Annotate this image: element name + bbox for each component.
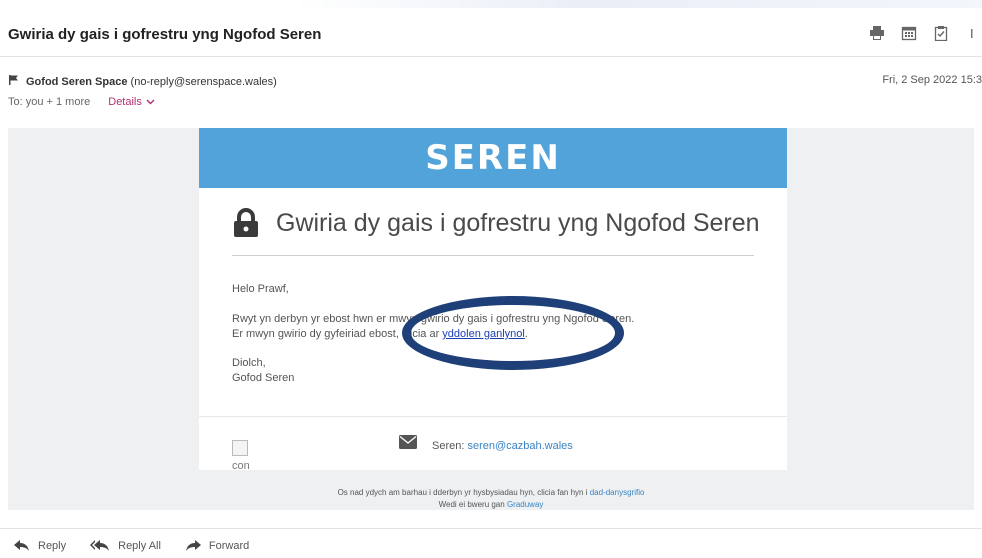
highlight-ellipse: [402, 296, 624, 370]
forward-label: Forward: [208, 540, 250, 552]
contact-email-link[interactable]: seren@cazbah.wales: [467, 440, 572, 452]
message-actions: Reply Reply All Forward: [14, 540, 249, 552]
unsubscribe-text: Os nad ydych am barhau i dderbyn yr hysb…: [337, 488, 590, 497]
forward-icon: [185, 540, 201, 551]
reply-all-label: Reply All: [118, 540, 161, 552]
title-divider: [232, 255, 754, 256]
unsubscribe-link[interactable]: dad-danysgrifio: [590, 488, 645, 497]
print-icon[interactable]: [868, 24, 886, 42]
card-footer-divider: [199, 416, 787, 417]
lock-icon: [234, 208, 258, 237]
sender-address: (no-reply@serenspace.wales): [130, 75, 277, 88]
email-toolbar: [868, 24, 982, 42]
recipients-row: To: you + 1 more Details: [8, 96, 155, 108]
flag-icon[interactable]: [8, 74, 20, 89]
brand-logo: SEREN: [425, 138, 561, 178]
clipboard-icon[interactable]: [932, 24, 950, 42]
reply-icon: [14, 540, 29, 551]
details-label: Details: [108, 96, 142, 108]
powered-by-text: Wedi ei bweru gan: [438, 500, 507, 509]
powered-by-line: Wedi ei bweru gan Graduway: [0, 500, 982, 509]
recipients: To: you + 1 more: [8, 96, 91, 108]
footer-image-alt: con: [232, 460, 250, 472]
contact-line: Seren: seren@cazbah.wales: [432, 440, 573, 452]
sender-name: Gofod Seren Space: [26, 75, 128, 88]
contact-label: Seren:: [432, 440, 468, 452]
header-divider: [0, 56, 982, 57]
card-heading: Gwiria dy gais i gofrestru yng Ngofod Se…: [232, 208, 760, 238]
reply-all-button[interactable]: Reply All: [90, 540, 161, 552]
more-icon[interactable]: [964, 24, 982, 42]
details-toggle[interactable]: Details: [108, 96, 155, 108]
reply-button[interactable]: Reply: [14, 540, 66, 552]
broken-image-icon: [232, 440, 248, 456]
email-subject: Gwiria dy gais i gofrestru yng Ngofod Se…: [8, 26, 322, 43]
signoff: Diolch,: [232, 357, 266, 369]
signature: Gofod Seren: [232, 372, 295, 384]
chevron-down-icon: [146, 99, 155, 105]
forward-button[interactable]: Forward: [185, 540, 249, 552]
calendar-icon[interactable]: [900, 24, 918, 42]
sender-row: Gofod Seren Space (no-reply@serenspace.w…: [8, 74, 277, 89]
brand-banner: SEREN: [199, 128, 787, 188]
graduway-link[interactable]: Graduway: [507, 500, 543, 509]
actions-divider: [0, 528, 982, 529]
top-bar: [0, 0, 982, 8]
card-title: Gwiria dy gais i gofrestru yng Ngofod Se…: [276, 208, 760, 237]
reply-all-icon: [90, 540, 110, 551]
envelope-icon: [399, 435, 417, 449]
greeting: Helo Prawf,: [232, 283, 289, 295]
reply-label: Reply: [38, 540, 67, 552]
unsubscribe-line: Os nad ydych am barhau i dderbyn yr hysb…: [0, 488, 982, 497]
email-date: Fri, 2 Sep 2022 15:3: [882, 74, 982, 86]
